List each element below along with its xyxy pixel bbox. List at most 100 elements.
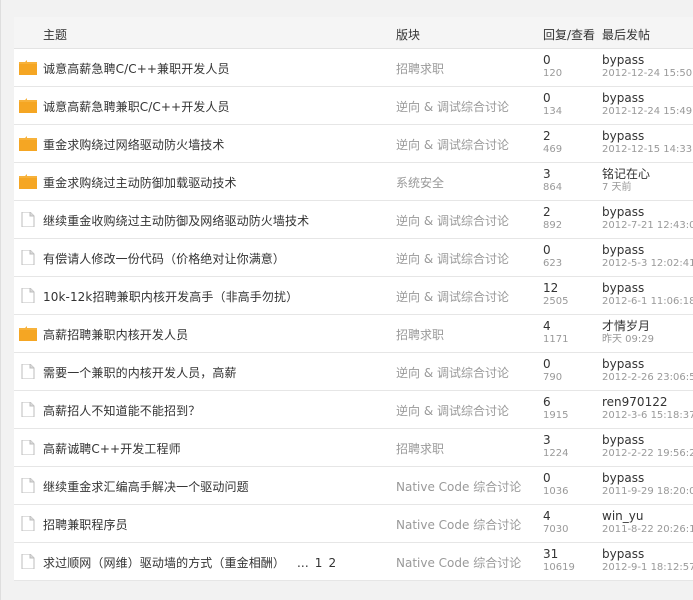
thread-last-post: bypass 2012-12-24 15:50:3 — [602, 53, 693, 81]
thread-forum-link[interactable]: 招聘求职 — [396, 326, 444, 343]
thread-forum-link[interactable]: 逆向 & 调试综合讨论 — [396, 250, 509, 267]
last-post-user-link[interactable]: 才情岁月 — [602, 319, 693, 333]
last-post-user-link[interactable]: 铭记在心 — [602, 167, 693, 181]
thread-forum-link[interactable]: Native Code 综合讨论 — [396, 516, 521, 533]
folder-normal-icon[interactable] — [19, 515, 37, 532]
view-count: 7030 — [543, 524, 569, 535]
last-post-user-link[interactable]: bypass — [602, 129, 693, 143]
view-count: 790 — [543, 372, 563, 383]
last-post-time-link[interactable]: 2012-12-24 15:50:3 — [602, 67, 693, 81]
folder-hot-icon[interactable] — [19, 98, 37, 113]
thread-forum-link[interactable]: 逆向 & 调试综合讨论 — [396, 136, 509, 153]
thread-title-link[interactable]: 求过顺网（网维）驱动墙的方式（重金相酬）... 1 2 — [43, 554, 336, 571]
thread-last-post: bypass 2012-5-3 12:02:41 — [602, 243, 693, 271]
thread-title-link[interactable]: 招聘兼职程序员 — [43, 516, 128, 533]
thread-forum-link[interactable]: 逆向 & 调试综合讨论 — [396, 364, 509, 381]
last-post-user-link[interactable]: bypass — [602, 53, 693, 67]
last-post-time-link[interactable]: 2011-8-22 20:26:17 — [602, 523, 693, 537]
thread-forum-link[interactable]: 招聘求职 — [396, 60, 444, 77]
thread-title-link[interactable]: 高薪诚聘C++开发工程师 — [43, 440, 181, 457]
thread-title-link[interactable]: 高薪招人不知道能不能招到？ — [43, 402, 200, 419]
last-post-user-link[interactable]: bypass — [602, 205, 693, 219]
folder-normal-icon[interactable] — [19, 553, 37, 570]
folder-normal-icon[interactable] — [19, 477, 37, 494]
header-forum: 版块 — [396, 28, 421, 42]
reply-count: 3 — [543, 433, 551, 447]
thread-title-link[interactable]: 10k-12k招聘兼职内核开发高手（非高手勿扰） — [43, 288, 298, 305]
folder-hot-icon[interactable] — [19, 174, 37, 189]
view-count: 134 — [543, 106, 563, 117]
last-post-time-link[interactable]: 2012-5-3 12:02:41 — [602, 257, 693, 271]
thread-title-link[interactable]: 继续重金求汇编高手解决一个驱动问题 — [43, 478, 249, 495]
last-post-time-link[interactable]: 2012-2-22 19:56:23 — [602, 447, 693, 461]
folder-normal-icon[interactable] — [19, 439, 37, 456]
table-row: 有偿请人修改一份代码（价格绝对让你满意） 逆向 & 调试综合讨论 0 623 bypas… — [14, 239, 693, 277]
thread-forum-link[interactable]: 逆向 & 调试综合讨论 — [396, 402, 509, 419]
folder-normal-icon[interactable] — [19, 211, 37, 228]
page-link-2[interactable]: 2 — [329, 556, 337, 570]
last-post-user-link[interactable]: bypass — [602, 243, 693, 257]
thread-list-header: 主题 版块 回复/查看 最后发帖 — [14, 17, 693, 49]
thread-title-link[interactable]: 重金求购绕过网络驱动防火墙技术 — [43, 136, 225, 153]
thread-title-link[interactable]: 需要一个兼职的内核开发人员，高薪 — [43, 364, 237, 381]
last-post-time-link[interactable]: 2012-7-21 12:43:09 — [602, 219, 693, 233]
thread-forum-link[interactable]: 逆向 & 调试综合讨论 — [396, 288, 509, 305]
folder-hot-icon[interactable] — [19, 326, 37, 341]
view-count: 864 — [543, 182, 563, 193]
folder-normal-icon[interactable] — [19, 287, 37, 304]
last-post-time-link[interactable]: 2012-6-1 11:06:18 — [602, 295, 693, 309]
last-post-time-link[interactable]: 昨天 09:29 — [602, 333, 693, 347]
last-post-user-link[interactable]: win_yu — [602, 509, 693, 523]
thread-forum-link[interactable]: 系统安全 — [396, 174, 444, 191]
last-post-user-link[interactable]: bypass — [602, 91, 693, 105]
folder-normal-icon[interactable] — [19, 249, 37, 266]
thread-forum-link[interactable]: 逆向 & 调试综合讨论 — [396, 98, 509, 115]
table-row: 诚意高薪急聘C/C++兼职开发人员 招聘求职 0 120 bypass 2012-12-2… — [14, 49, 693, 87]
last-post-user-link[interactable]: bypass — [602, 433, 693, 447]
thread-title-text: 高薪招人不知道能不能招到？ — [43, 404, 201, 418]
thread-stats: 3 1224 — [543, 433, 603, 461]
thread-title-link[interactable]: 诚意高薪急聘兼职C/C++开发人员 — [43, 98, 230, 115]
last-post-user-link[interactable]: ren970122 — [602, 395, 693, 409]
last-post-time-link[interactable]: 2012-3-6 15:18:37 — [602, 409, 693, 423]
last-post-user-link[interactable]: bypass — [602, 547, 693, 561]
folder-hot-icon[interactable] — [19, 136, 37, 151]
last-post-time-link[interactable]: 2012-12-15 14:33:0 — [602, 143, 693, 157]
reply-count: 4 — [543, 319, 551, 333]
page-link-1[interactable]: 1 — [315, 556, 323, 570]
thread-title-link[interactable]: 重金求购绕过主动防御加载驱动技术 — [43, 174, 237, 191]
last-post-time-link[interactable]: 7 天前 — [602, 181, 693, 195]
thread-title-text: 高薪诚聘C++开发工程师 — [43, 442, 181, 456]
table-row: 继续重金收购绕过主动防御及网络驱动防火墙技术 逆向 & 调试综合讨论 2 892 byp… — [14, 201, 693, 239]
thread-title-link[interactable]: 诚意高薪急聘C/C++兼职开发人员 — [43, 60, 230, 77]
thread-forum-link[interactable]: Native Code 综合讨论 — [396, 554, 521, 571]
last-post-user-link[interactable]: bypass — [602, 281, 693, 295]
thread-title-text: 求过顺网（网维）驱动墙的方式（重金相酬） — [43, 556, 286, 570]
last-post-user-link[interactable]: bypass — [602, 471, 693, 485]
last-post-time-link[interactable]: 2012-2-26 23:06:57 — [602, 371, 693, 385]
thread-stats: 2 469 — [543, 129, 603, 157]
folder-normal-icon[interactable] — [19, 363, 37, 380]
thread-stats: 3 864 — [543, 167, 603, 195]
thread-stats: 0 790 — [543, 357, 603, 385]
thread-forum-link[interactable]: 逆向 & 调试综合讨论 — [396, 212, 509, 229]
folder-hot-icon[interactable] — [19, 60, 37, 75]
thread-title-link[interactable]: 继续重金收购绕过主动防御及网络驱动防火墙技术 — [43, 212, 309, 229]
thread-stats: 0 134 — [543, 91, 603, 119]
thread-forum-link[interactable]: 招聘求职 — [396, 440, 444, 457]
reply-count: 0 — [543, 53, 551, 67]
last-post-user-link[interactable]: bypass — [602, 357, 693, 371]
thread-title-link[interactable]: 高薪招聘兼职内核开发人员 — [43, 326, 188, 343]
thread-title-link[interactable]: 有偿请人修改一份代码（价格绝对让你满意） — [43, 250, 285, 267]
thread-forum-link[interactable]: Native Code 综合讨论 — [396, 478, 521, 495]
reply-count: 0 — [543, 243, 551, 257]
thread-stats: 0 1036 — [543, 471, 603, 499]
last-post-time-link[interactable]: 2011-9-29 18:20:03 — [602, 485, 693, 499]
view-count: 623 — [543, 258, 563, 269]
folder-normal-icon[interactable] — [19, 401, 37, 418]
last-post-time-link[interactable]: 2012-12-24 15:49:4 — [602, 105, 693, 119]
view-count: 1224 — [543, 448, 569, 459]
thread-stats: 4 1171 — [543, 319, 603, 347]
thread-title-text: 高薪招聘兼职内核开发人员 — [43, 328, 189, 342]
last-post-time-link[interactable]: 2012-9-1 18:12:57 — [602, 561, 693, 575]
